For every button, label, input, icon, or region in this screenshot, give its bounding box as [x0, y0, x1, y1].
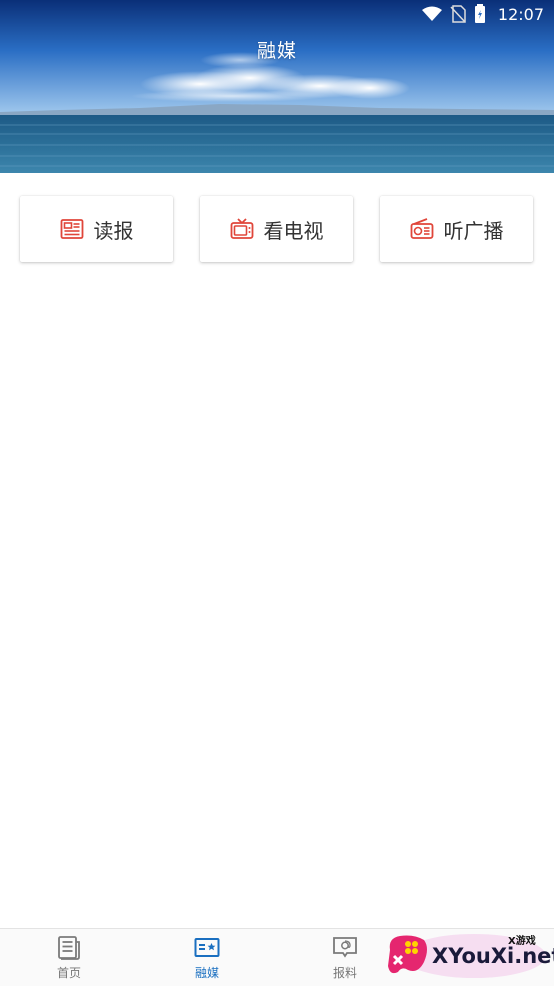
- no-sim-icon: [450, 5, 466, 23]
- newspaper-icon: [60, 217, 84, 241]
- watermark-big-text: XYouXi.net: [432, 944, 554, 968]
- watch-tv-button[interactable]: 看电视: [200, 196, 353, 262]
- nav-label-media: 融媒: [194, 966, 219, 980]
- read-newspaper-button[interactable]: 读报: [20, 196, 173, 262]
- read-newspaper-label: 读报: [93, 218, 134, 243]
- status-bar: 12:07: [0, 0, 554, 28]
- status-time: 12:07: [497, 4, 544, 24]
- watermark-logo: X游戏 XYouXi.net: [384, 926, 554, 984]
- media-card-icon: [194, 935, 220, 961]
- listen-radio-button[interactable]: 听广播: [380, 196, 533, 262]
- media-buttons-row: 读报 看电视 听广播: [20, 196, 534, 262]
- header-banner: 12:07 融媒: [0, 0, 554, 173]
- radio-icon: [410, 217, 434, 241]
- listen-radio-label: 听广播: [443, 218, 504, 243]
- tv-icon: [230, 217, 254, 241]
- screen: 12:07 融媒 读报 看电视 听广播 首页 融媒 报料 X游戏 XYouXi.…: [0, 0, 554, 986]
- nav-label-report: 报料: [332, 966, 357, 980]
- document-icon: [56, 935, 82, 961]
- nav-item-media[interactable]: 融媒: [138, 929, 276, 986]
- wifi-icon: [421, 6, 442, 22]
- page-title: 融媒: [256, 40, 297, 62]
- battery-icon: [474, 4, 486, 24]
- report-chat-icon: [332, 935, 358, 961]
- watch-tv-label: 看电视: [263, 218, 324, 243]
- nav-label-home: 首页: [56, 966, 81, 980]
- nav-item-home[interactable]: 首页: [0, 929, 138, 986]
